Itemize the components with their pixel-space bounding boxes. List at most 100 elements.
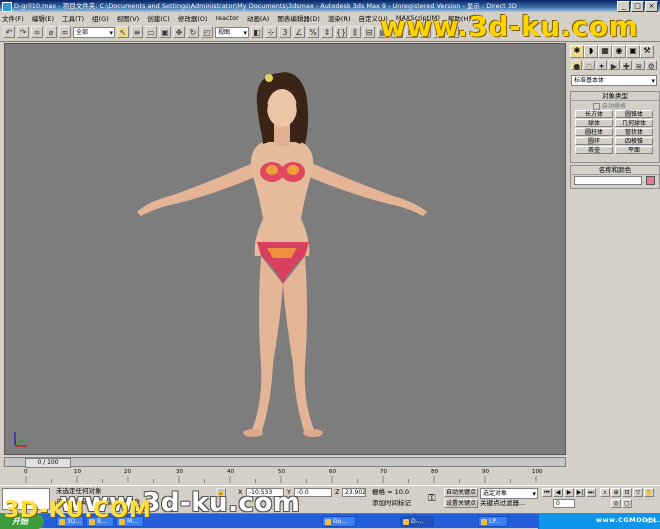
align-icon[interactable]: ⊟ (363, 26, 375, 38)
angle-snap-icon[interactable]: ∠ (293, 26, 305, 38)
link-icon[interactable]: ∞ (31, 26, 43, 38)
object-color-swatch[interactable] (646, 176, 655, 185)
unlink-icon[interactable]: ⌀ (45, 26, 57, 38)
menu-animation[interactable]: 动画(A) (247, 13, 270, 23)
geometry-icon[interactable]: ● (571, 60, 583, 71)
cylinder-button[interactable]: 圆柱体 (575, 128, 613, 136)
geosphere-button[interactable]: 几何球体 (615, 119, 653, 127)
cone-button[interactable]: 圆锥体 (615, 110, 653, 118)
move-icon[interactable]: ✥ (173, 26, 185, 38)
menu-edit[interactable]: 编辑(E) (32, 13, 54, 23)
key-mode-dropdown[interactable]: 选定对象 (480, 488, 538, 499)
orbit-icon[interactable]: ◎ (611, 499, 621, 508)
autogrid-checkbox[interactable]: 自动栅格 (593, 101, 626, 110)
window-crossing-icon[interactable]: ▣ (159, 26, 171, 38)
fov-icon[interactable]: ▽ (633, 488, 643, 497)
sphere-button[interactable]: 球体 (575, 119, 613, 127)
systems-icon[interactable]: ⚙ (645, 60, 657, 71)
ruler-tick-60: 60 (329, 469, 336, 475)
bind-space-warp-icon[interactable]: ≈ (59, 26, 71, 38)
time-slider[interactable]: 0 / 100 (25, 458, 71, 468)
current-frame-field[interactable]: 0 (553, 499, 575, 508)
ref-coord-dropdown[interactable]: 视图 (215, 26, 249, 38)
selection-filter-dropdown[interactable]: 全部 (73, 26, 115, 38)
select-by-name-icon[interactable]: ≡ (131, 26, 143, 38)
space-warps-icon[interactable]: ≋ (633, 60, 645, 71)
watermark-site: www.CGMODEL.cn (596, 516, 660, 524)
teapot-button[interactable]: 茶壶 (575, 146, 613, 154)
tube-button[interactable]: 管状体 (615, 128, 653, 136)
modify-tab-icon[interactable]: ◗ (584, 45, 598, 58)
display-tab-icon[interactable]: ▣ (626, 45, 640, 58)
ruler-tick-50: 50 (278, 469, 285, 475)
undo-icon[interactable]: ↶ (3, 26, 15, 38)
helpers-icon[interactable]: ✚ (620, 60, 633, 71)
zoom-extents-icon[interactable]: ⊡ (622, 488, 632, 497)
lights-icon[interactable]: ✦ (595, 60, 608, 71)
object-type-rollout: 对象类型 自动栅格 长方体 圆锥体 球体 几何球体 圆柱体 管状体 圆环 四棱锥… (570, 91, 660, 163)
menu-modifiers[interactable]: 修改器(O) (178, 13, 208, 23)
previous-frame-icon[interactable]: ◀ (553, 488, 563, 497)
taskbar-item-4[interactable]: Go... (322, 516, 356, 527)
motion-tab-icon[interactable]: ◉ (612, 45, 626, 58)
track-bar[interactable]: 0 10 20 30 40 50 60 70 80 90 100 (4, 468, 566, 484)
rotate-icon[interactable]: ↻ (187, 26, 199, 38)
cameras-icon[interactable]: ▶ (608, 60, 620, 71)
object-category-dropdown[interactable]: 标准基本体 (571, 75, 657, 86)
next-frame-icon[interactable]: ▶| (575, 488, 585, 497)
pivot-icon[interactable]: ◧ (251, 26, 263, 38)
snap-icon[interactable]: 3 (279, 26, 291, 38)
key-icon[interactable]: ⚿ (428, 493, 436, 504)
zoom-icon[interactable]: ⌕ (600, 488, 610, 497)
play-icon[interactable]: ▶ (564, 488, 574, 497)
pyramid-button[interactable]: 四棱锥 (615, 137, 653, 145)
app-icon (2, 2, 12, 12)
menu-views[interactable]: 视图(V) (117, 13, 140, 23)
name-color-header[interactable]: 名称和颜色 (571, 166, 659, 175)
menu-reactor[interactable]: reactor (216, 14, 239, 22)
select-manipulate-icon[interactable]: ⊹ (265, 26, 277, 38)
named-sets-icon[interactable]: {} (335, 26, 347, 38)
go-to-end-icon[interactable]: ⏭ (586, 488, 596, 497)
close-button[interactable]: × (645, 1, 658, 12)
ruler-tick-30: 30 (176, 469, 183, 475)
menu-create[interactable]: 创建(C) (147, 13, 170, 23)
rect-select-icon[interactable]: ▭ (145, 26, 157, 38)
watermark-top: www.3d-ku.com (380, 10, 639, 43)
zoom-all-icon[interactable]: ⊕ (611, 488, 621, 497)
box-button[interactable]: 长方体 (575, 110, 613, 118)
set-key-button[interactable]: 设置关键点 (444, 499, 478, 508)
pan-icon[interactable]: ✋ (644, 488, 654, 497)
key-filters-button[interactable]: 关键点过滤器... (480, 499, 525, 508)
plane-button[interactable]: 平面 (615, 146, 653, 154)
utilities-tab-icon[interactable]: ⚒ (640, 45, 654, 58)
auto-key-button[interactable]: 自动关键点 (444, 488, 478, 497)
object-name-field[interactable] (574, 176, 642, 185)
taskbar-item-6[interactable]: LP... (478, 516, 508, 527)
maximize-viewport-icon[interactable]: ▢ (622, 499, 632, 508)
menu-tools[interactable]: 工具(T) (62, 13, 84, 23)
hierarchy-tab-icon[interactable]: ▦ (598, 45, 612, 58)
select-icon[interactable]: ↖ (117, 26, 129, 38)
ruler-tick-90: 90 (482, 469, 489, 475)
taskbar-item-5[interactable]: D-... (400, 516, 434, 527)
redo-icon[interactable]: ↷ (17, 26, 29, 38)
time-slider-track[interactable]: 0 / 100 (4, 457, 566, 468)
z-coordinate-field[interactable]: 23.902 (342, 488, 366, 497)
scale-icon[interactable]: ◰ (201, 26, 213, 38)
menu-rendering[interactable]: 渲染(R) (328, 13, 351, 23)
menu-file[interactable]: 文件(F) (2, 13, 24, 23)
create-tab-icon[interactable]: ✱ (570, 45, 584, 58)
mirror-icon[interactable]: ⫼ (349, 26, 361, 38)
add-time-tag[interactable]: 添加时间标记 (372, 499, 411, 508)
percent-snap-icon[interactable]: % (307, 26, 319, 38)
torus-button[interactable]: 圆环 (575, 137, 613, 145)
object-type-header[interactable]: 对象类型 (571, 92, 659, 101)
menu-group[interactable]: 组(G) (92, 13, 109, 23)
perspective-viewport[interactable] (4, 43, 566, 455)
go-to-start-icon[interactable]: ⏮ (542, 488, 552, 497)
spinner-snap-icon[interactable]: ⇕ (321, 26, 333, 38)
shapes-icon[interactable]: ◌ (583, 60, 595, 71)
menu-graph-editors[interactable]: 图表编辑器(D) (277, 13, 320, 23)
ruler-tick-0: 0 (24, 469, 28, 475)
